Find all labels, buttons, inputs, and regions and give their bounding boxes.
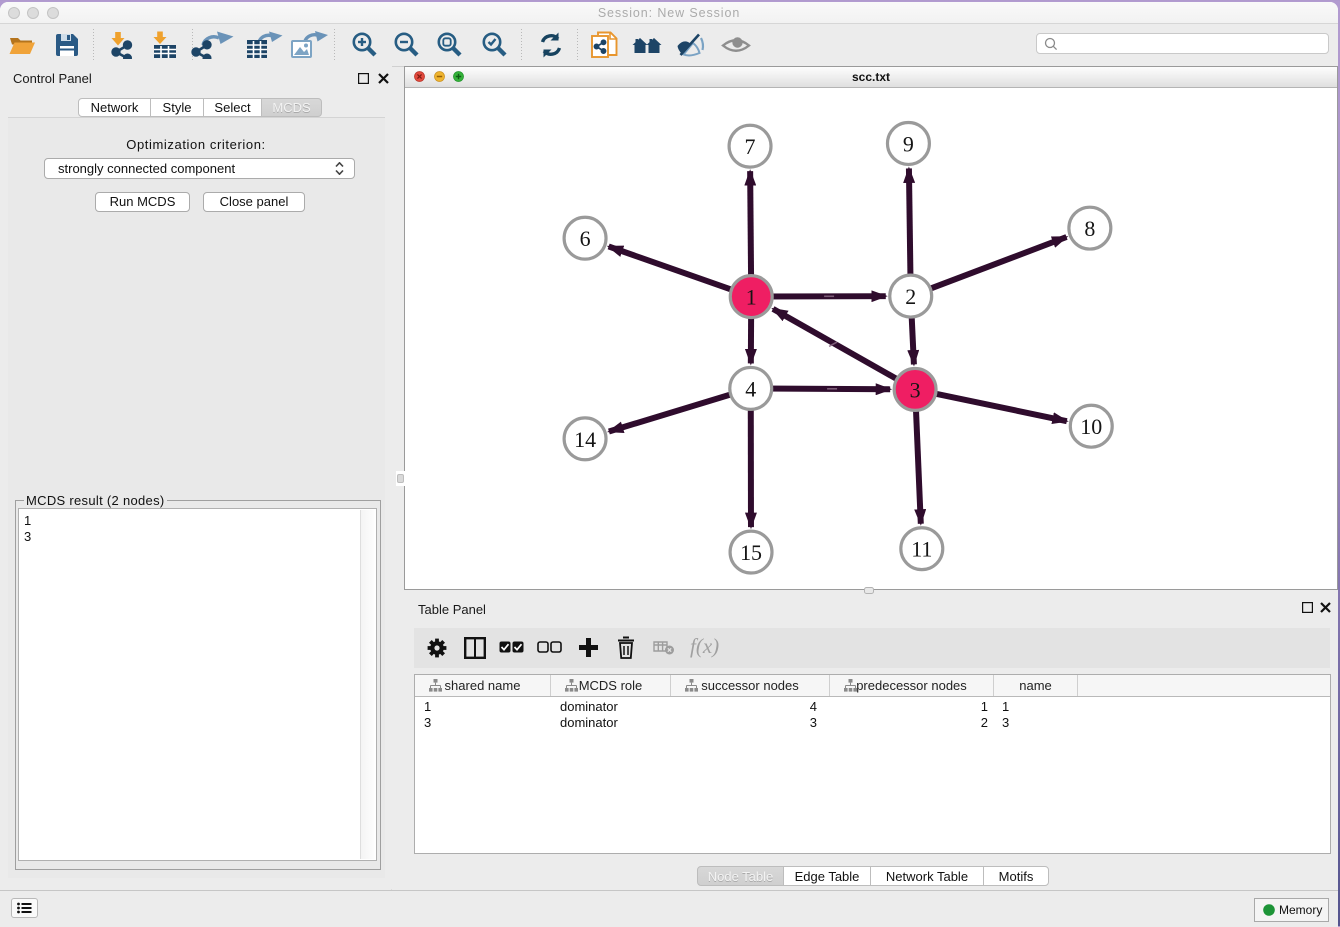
svg-text:10: 10 [1080, 414, 1102, 439]
svg-text:11: 11 [911, 537, 932, 562]
svg-text:2: 2 [905, 284, 916, 309]
svg-text:8: 8 [1084, 216, 1095, 241]
svg-text:7: 7 [745, 134, 756, 159]
svg-text:1: 1 [746, 285, 757, 310]
svg-text:15: 15 [740, 540, 762, 565]
svg-text:6: 6 [580, 226, 591, 251]
svg-text:9: 9 [903, 131, 914, 156]
svg-text:3: 3 [910, 377, 921, 402]
svg-text:14: 14 [574, 427, 596, 452]
svg-text:4: 4 [745, 376, 756, 401]
